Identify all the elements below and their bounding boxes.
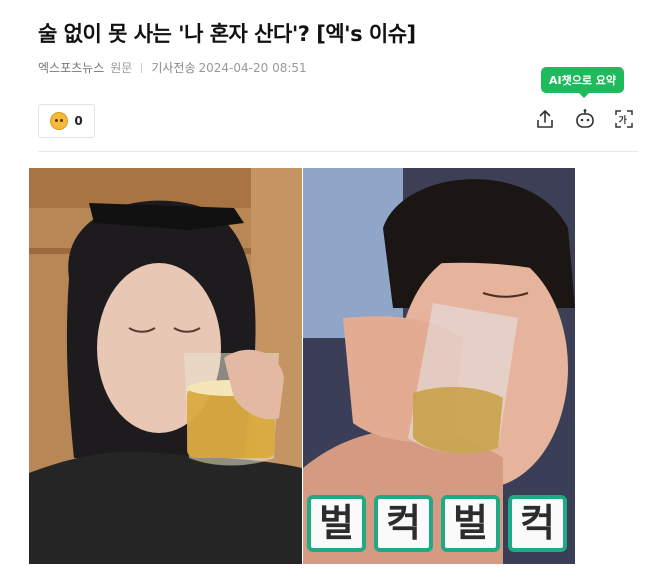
- ai-summary-badge[interactable]: AI챗으로 요약: [541, 67, 625, 98]
- reaction-button[interactable]: 0: [38, 104, 95, 138]
- timestamp: 2024-04-20 08:51: [198, 60, 307, 75]
- caption-char: 컥: [508, 495, 567, 552]
- reaction-count: 0: [74, 114, 83, 128]
- svg-text:가: 가: [619, 114, 628, 126]
- caption-overlay: 벌 컥 벌 컥: [307, 495, 567, 552]
- font-size-icon[interactable]: 가: [613, 108, 635, 130]
- original-link[interactable]: 원문: [110, 59, 132, 76]
- caption-char: 컥: [374, 495, 433, 552]
- press-name[interactable]: 엑스포츠뉴스: [38, 59, 104, 76]
- ai-bot-icon[interactable]: [574, 108, 596, 130]
- timestamp-label: 기사전송: [151, 61, 196, 75]
- share-icon[interactable]: [534, 108, 556, 130]
- meta-divider: [141, 62, 143, 73]
- photo-man-drinking-beer: 벌 컥 벌 컥: [303, 168, 575, 564]
- caption-char: 벌: [307, 495, 366, 552]
- article-meta: 엑스포츠뉴스 원문 기사전송 2024-04-20 08:51: [38, 59, 307, 76]
- header-divider: [38, 151, 638, 152]
- emoji-face-icon: [50, 112, 69, 130]
- caption-char: 벌: [441, 495, 500, 552]
- photo-woman-drinking-beer: [29, 168, 302, 564]
- article-title: 술 없이 못 사는 '나 혼자 산다'? [엑's 이슈]: [38, 22, 416, 46]
